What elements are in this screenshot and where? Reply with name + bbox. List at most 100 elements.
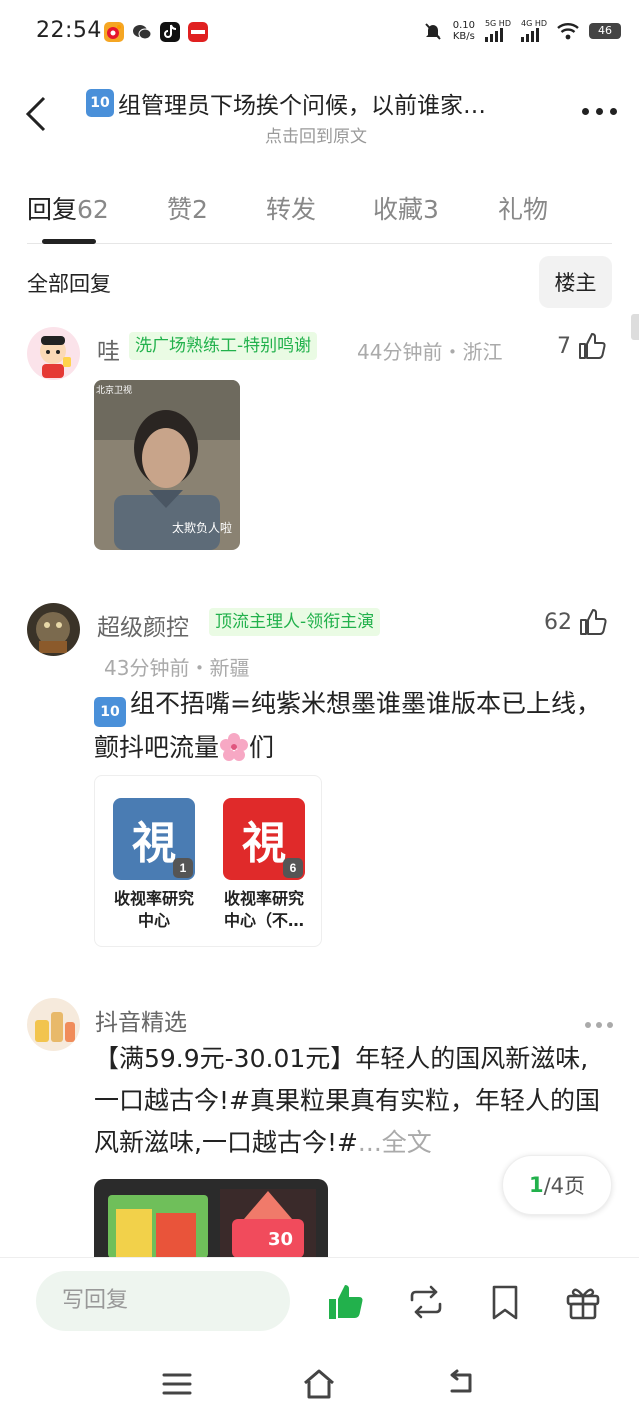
like-filled-icon[interactable]: [326, 1282, 366, 1322]
comment-time-location: 44分钟前・浙江: [357, 340, 503, 364]
menu-icon[interactable]: [160, 1367, 194, 1401]
thumbs-up-icon: [580, 609, 607, 635]
tab-reposts[interactable]: 转发: [266, 190, 316, 226]
comment-time-location: 43分钟前・新疆: [104, 656, 250, 680]
page-title[interactable]: 10 组管理员下场挨个问候，以前谁家…: [86, 86, 546, 120]
weibo-icon: [104, 22, 124, 42]
ellipsis: ...: [357, 1128, 382, 1157]
image-watermark: 北京卫视: [96, 386, 133, 396]
battery-icon: 46: [589, 23, 621, 39]
like-count: 7: [557, 333, 571, 359]
tab-favorites[interactable]: 收藏3: [373, 190, 439, 226]
sim1-signal-icon: 5G HD: [484, 19, 511, 42]
page-indicator[interactable]: 1/4页: [502, 1155, 612, 1215]
ad-image[interactable]: 30: [94, 1179, 328, 1258]
tab-label: 收藏: [373, 195, 424, 224]
linked-card[interactable]: 視 1 收视率研究中心: [111, 798, 197, 932]
card-logo-char: 視: [242, 818, 286, 869]
wifi-icon: [557, 23, 579, 40]
card-count-badge: 6: [283, 858, 303, 878]
tab-replies[interactable]: 回复62: [27, 190, 109, 226]
tab-likes[interactable]: 赞2: [167, 190, 208, 226]
all-replies-label: 全部回复: [27, 272, 111, 296]
sim2-signal-icon: 4G HD: [520, 19, 547, 42]
page-title-text: 组管理员下场挨个问候，以前谁家…: [118, 93, 486, 119]
tab-count: 2: [192, 195, 208, 224]
tv-ratings-logo-icon: 視 6: [223, 798, 305, 880]
tab-label: 礼物: [498, 195, 549, 224]
comment-text-body: 组不捂嘴=纯紫米想墨谁墨谁版本已上线，颤抖吧流量: [94, 689, 601, 762]
username[interactable]: 哇: [97, 332, 120, 366]
tab-label: 赞: [167, 195, 193, 224]
avatar[interactable]: [27, 603, 80, 656]
tv-ratings-logo-icon: 視 1: [113, 798, 195, 880]
tab-count: 62: [77, 195, 109, 224]
card-count-badge: 1: [173, 858, 193, 878]
more-options-icon[interactable]: [582, 108, 617, 115]
comment-text-tail: 们: [249, 733, 275, 762]
user-title-tag: 洗广场熟练工-特别鸣谢: [129, 332, 318, 360]
sim2-label: 4G HD: [520, 19, 547, 28]
like-count: 62: [544, 609, 572, 635]
news-app-icon: [188, 22, 208, 42]
read-full-text-link[interactable]: 全文: [382, 1128, 432, 1157]
comment-item: 超级颜控 顶流主理人-领衔主演 62 43分钟前・新疆 10 组不捂嘴=纯紫米想墨…: [27, 603, 612, 948]
back-to-original-link[interactable]: 点击回到原文: [86, 122, 546, 147]
reply-input[interactable]: 写回复: [36, 1271, 290, 1331]
status-app-icons: [104, 22, 208, 42]
header: 10 组管理员下场挨个问候，以前谁家… 点击回到原文: [0, 72, 639, 162]
back-nav-icon[interactable]: [444, 1367, 478, 1401]
keycap-10-icon: 10: [86, 89, 114, 117]
status-bar: 22:54 0.10 KB/s 5G HD 4G HD 46: [0, 0, 639, 68]
username[interactable]: 超级颜控: [97, 608, 189, 642]
tab-bar: 回复62 赞2 转发 收藏3 礼物: [27, 186, 612, 244]
tab-label: 转发: [266, 195, 317, 224]
comment-text: 10 组不捂嘴=纯紫米想墨谁墨谁版本已上线，颤抖吧流量们: [94, 683, 612, 769]
comment-text-body: 【满59.9元-30.01元】年轻人的国风新滋味,一口越古今!#真果粒果真有实粒…: [94, 1044, 600, 1157]
tab-active-indicator: [42, 239, 96, 244]
tab-gifts[interactable]: 礼物: [498, 190, 548, 226]
linked-card[interactable]: 視 6 收视率研究中心（不…: [221, 798, 307, 932]
tab-label: 回复: [27, 195, 78, 224]
linked-cards-panel: 視 1 收视率研究中心 視 6 收视率研究中心（不…: [94, 775, 322, 947]
tiktok-icon: [160, 22, 180, 42]
net-speed: 0.10 KB/s: [453, 20, 475, 42]
scrollbar[interactable]: [631, 314, 639, 340]
sim1-label: 5G HD: [484, 19, 511, 28]
total-pages: /4页: [543, 1174, 586, 1198]
avatar[interactable]: [27, 998, 80, 1051]
back-arrow-icon[interactable]: [20, 94, 54, 134]
keycap-10-icon: 10: [94, 697, 126, 727]
username[interactable]: 抖音精选: [95, 1003, 187, 1037]
title-area[interactable]: 10 组管理员下场挨个问候，以前谁家… 点击回到原文: [86, 86, 546, 147]
user-title-tag: 顶流主理人-领衔主演: [209, 608, 381, 636]
thumbs-up-icon: [579, 333, 606, 359]
ad-price: 30: [268, 1229, 294, 1250]
replies-filter-row: 全部回复 楼主: [27, 256, 612, 308]
home-icon[interactable]: [302, 1367, 336, 1401]
bookmark-icon[interactable]: [485, 1282, 525, 1322]
gift-icon[interactable]: [563, 1282, 603, 1322]
card-label: 收视率研究中心（不…: [223, 889, 304, 930]
image-caption: 太欺负人啦: [171, 521, 232, 535]
comment-text: 【满59.9元-30.01元】年轻人的国风新滋味,一口越古今!#真果粒果真有实粒…: [94, 1038, 612, 1164]
bottom-action-bar: 写回复: [0, 1257, 639, 1347]
avatar[interactable]: [27, 327, 80, 380]
comment-image[interactable]: 北京卫视 太欺负人啦: [94, 380, 240, 550]
comment-item: 哇 洗广场熟练工-特别鸣谢 44分钟前・浙江 7 北京卫视 太欺负人啦: [27, 327, 612, 557]
cherry-blossom-icon: [220, 733, 249, 761]
owner-only-button[interactable]: 楼主: [539, 256, 612, 308]
card-logo-char: 視: [132, 818, 176, 869]
comment-item-ad: 抖音精选 【满59.9元-30.01元】年轻人的国风新滋味,一口越古今!#真果粒…: [27, 998, 613, 1258]
status-time: 22:54: [36, 18, 102, 43]
repost-icon[interactable]: [406, 1282, 446, 1322]
like-button[interactable]: 62: [544, 607, 608, 637]
tab-count: 3: [423, 195, 439, 224]
card-label: 收视率研究中心: [113, 889, 194, 930]
wechat-icon: [132, 22, 152, 42]
mute-icon: [424, 23, 441, 40]
net-speed-unit: KB/s: [452, 31, 475, 42]
more-options-icon[interactable]: [585, 1022, 613, 1028]
like-button[interactable]: 7: [557, 331, 607, 361]
current-page: 1: [528, 1173, 544, 1197]
